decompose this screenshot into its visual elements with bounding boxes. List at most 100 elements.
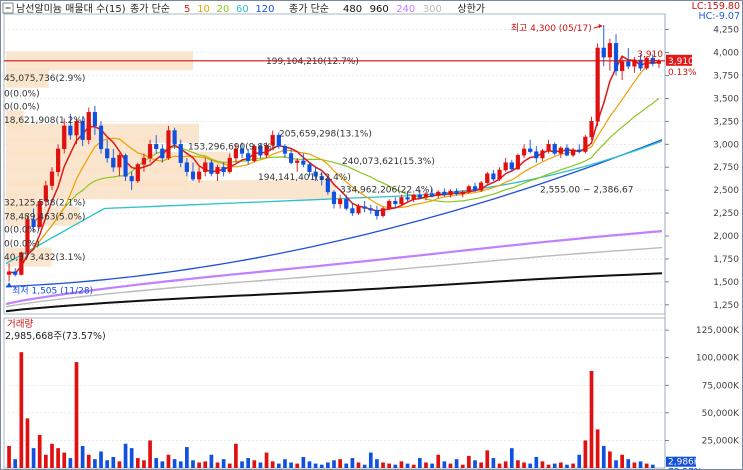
candle-body <box>92 111 97 127</box>
candle-body <box>564 147 570 156</box>
volume-bar <box>117 461 122 468</box>
candle-body <box>227 157 232 172</box>
volume-bar <box>178 461 183 468</box>
volume-bar <box>417 458 422 468</box>
candle-body <box>172 130 177 145</box>
candle-body <box>141 157 147 165</box>
volume-bar <box>246 458 251 468</box>
volume-bar <box>74 362 79 468</box>
candle-body <box>534 151 539 159</box>
volume-profile-range-label: 2,555.00 ~ 2,386.67 <box>540 186 633 196</box>
volume-bar <box>350 458 355 468</box>
candle-body <box>86 111 91 140</box>
candle-body <box>160 148 165 159</box>
candle-body <box>509 162 514 170</box>
candle-body <box>344 199 349 209</box>
current-change-label: 0.13% <box>668 68 697 78</box>
volume-bar <box>135 458 140 468</box>
candle-body <box>190 171 196 180</box>
volume-bar <box>479 462 483 468</box>
volume-bar <box>319 464 324 468</box>
upper-limit-label[interactable]: 상한가 <box>457 3 485 15</box>
volume-bar <box>37 434 42 468</box>
volume-bar <box>313 463 318 468</box>
ma-period-5[interactable]: 5 <box>184 4 190 15</box>
ma-period-480[interactable]: 480 <box>343 4 362 15</box>
candle-body <box>540 150 545 159</box>
volume-bar <box>276 463 281 468</box>
candle-body <box>154 144 159 150</box>
volume-profile-label: 78,489,463(5.0%) <box>4 212 85 222</box>
ma-period-240[interactable]: 240 <box>396 4 415 15</box>
candle-body <box>129 176 134 182</box>
ma-period-60[interactable]: 60 <box>236 4 249 15</box>
volume-bar <box>638 461 643 468</box>
volume-bar <box>13 459 18 468</box>
volume-profile-label: 194,141,401(12.4%) <box>258 173 351 183</box>
candle-body <box>436 191 441 196</box>
volume-bar <box>105 460 109 468</box>
ma-label-2[interactable]: 종가 단순 <box>289 3 329 15</box>
candle-body <box>577 149 582 152</box>
ma-legend[interactable]: 종가 단순 5 10 20 60 120 종가 단순 480 960 240 300 상한가 <box>130 3 485 15</box>
volume-bar <box>166 454 171 468</box>
candle-body <box>589 121 594 138</box>
price-tick-label: 2,750 <box>713 163 739 173</box>
price-tick-label: 4,250 <box>713 26 739 36</box>
volume-bar <box>381 462 385 468</box>
volume-profile-label: 0(0.0%) <box>4 239 40 249</box>
volume-bar <box>577 454 582 468</box>
candle-body <box>56 148 61 172</box>
volume-bar <box>240 461 244 468</box>
ma-period-300[interactable]: 300 <box>423 4 442 15</box>
volume-bar <box>534 456 539 468</box>
candle-body <box>338 199 343 205</box>
candle-body <box>301 160 306 165</box>
volume-bar <box>283 459 287 468</box>
ma-period-120[interactable]: 120 <box>255 4 274 15</box>
volume-profile-label: 32,125,538(2.1%) <box>4 199 85 209</box>
volume-bar <box>399 461 404 468</box>
price-tick-label: 4,000 <box>713 49 739 59</box>
ma-period-960[interactable]: 960 <box>370 4 389 15</box>
volume-bar <box>405 463 410 468</box>
candle-body <box>246 153 251 161</box>
candle-body <box>583 136 588 152</box>
price-tick-label: 2,250 <box>713 209 739 219</box>
candle-body <box>387 200 392 209</box>
volume-bar <box>583 440 588 468</box>
price-tick-label: 3,750 <box>713 71 739 81</box>
candle-body <box>362 206 367 209</box>
volume-tick-label: 100,000K <box>696 354 740 364</box>
candle-body <box>295 160 300 163</box>
volume-bar <box>44 454 48 468</box>
volume-bar <box>19 352 24 468</box>
candle-body <box>595 47 600 122</box>
candle-body <box>521 148 527 156</box>
price-tick-label: 1,750 <box>713 255 739 265</box>
low-price-label: 최저 1,505 (11/28) <box>12 285 93 296</box>
price-tick-label: 1,500 <box>713 278 739 288</box>
ma-label[interactable]: 종가 단순 <box>130 3 170 15</box>
price-tick-label: 3,000 <box>713 140 739 150</box>
volume-bar <box>368 452 373 468</box>
candle-body <box>552 144 557 154</box>
chart-title[interactable]: 남선알미늄 매물대 수(15) <box>16 3 126 15</box>
candle-body <box>613 43 619 72</box>
ma-period-10[interactable]: 10 <box>197 4 210 15</box>
candle-body <box>399 197 404 205</box>
current-price-label: 3,910 <box>668 57 694 67</box>
volume-bar <box>356 462 361 468</box>
volume-bar <box>234 443 238 468</box>
candle-body <box>117 155 122 168</box>
ma-period-20[interactable]: 20 <box>217 4 230 15</box>
volume-bar <box>289 462 293 468</box>
candle-body <box>356 206 361 214</box>
volume-bar <box>601 445 606 468</box>
volume-bar <box>295 463 300 468</box>
candle-body <box>6 271 12 275</box>
volume-tick-label: 125,000K <box>696 326 740 336</box>
volume-bar <box>442 461 447 468</box>
volume-bar <box>111 456 116 468</box>
volume-bar <box>50 443 54 468</box>
